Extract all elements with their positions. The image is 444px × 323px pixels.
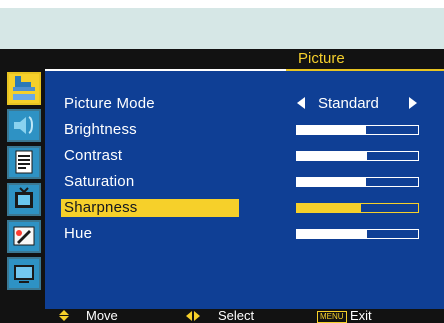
picture-settings-icon[interactable] — [7, 72, 41, 105]
sharpness-slider-fill — [297, 204, 362, 212]
contrast-slider[interactable] — [296, 151, 419, 161]
saturation-slider-fill — [297, 178, 366, 186]
sharpness-slider[interactable] — [296, 203, 419, 213]
menu-key-badge: MENU — [317, 311, 347, 323]
tv-icon[interactable] — [7, 183, 41, 216]
menu-sidebar — [0, 69, 45, 309]
document-icon[interactable] — [7, 146, 41, 179]
row-sharpness-label[interactable]: Sharpness — [64, 199, 138, 217]
exit-label[interactable]: Exit — [350, 309, 372, 323]
monitor-icon[interactable] — [7, 257, 41, 290]
left-arrow-icon — [186, 311, 192, 321]
right-arrow-icon — [194, 311, 200, 321]
hue-slider[interactable] — [296, 229, 419, 239]
up-arrow-icon — [59, 310, 69, 315]
osd-screen: Picture Picture Mode Brightness Contrast… — [0, 0, 444, 323]
select-label: Select — [218, 308, 255, 323]
top-margin — [0, 0, 444, 8]
row-hue-label[interactable]: Hue — [64, 225, 92, 243]
move-label: Move — [86, 308, 118, 323]
title-bar: Picture — [0, 49, 444, 69]
row-saturation-label[interactable]: Saturation — [64, 173, 134, 191]
mode-prev-icon[interactable] — [297, 97, 305, 109]
saturation-slider[interactable] — [296, 177, 419, 187]
brightness-slider[interactable] — [296, 125, 419, 135]
down-arrow-icon — [59, 316, 69, 321]
audio-icon[interactable] — [7, 109, 41, 142]
row-contrast-label[interactable]: Contrast — [64, 147, 122, 165]
row-brightness-label[interactable]: Brightness — [64, 121, 137, 139]
color-palette-icon[interactable] — [7, 220, 41, 253]
menu-title: Picture — [298, 50, 345, 67]
row-picture-mode-label[interactable]: Picture Mode — [64, 95, 155, 113]
hue-slider-fill — [297, 230, 368, 238]
top-band — [0, 8, 444, 49]
picture-mode-value: Standard — [318, 95, 379, 112]
mode-next-icon[interactable] — [409, 97, 417, 109]
footer-hints: Move Select MENU Exit — [0, 309, 444, 323]
brightness-slider-fill — [297, 126, 366, 134]
contrast-slider-fill — [297, 152, 368, 160]
